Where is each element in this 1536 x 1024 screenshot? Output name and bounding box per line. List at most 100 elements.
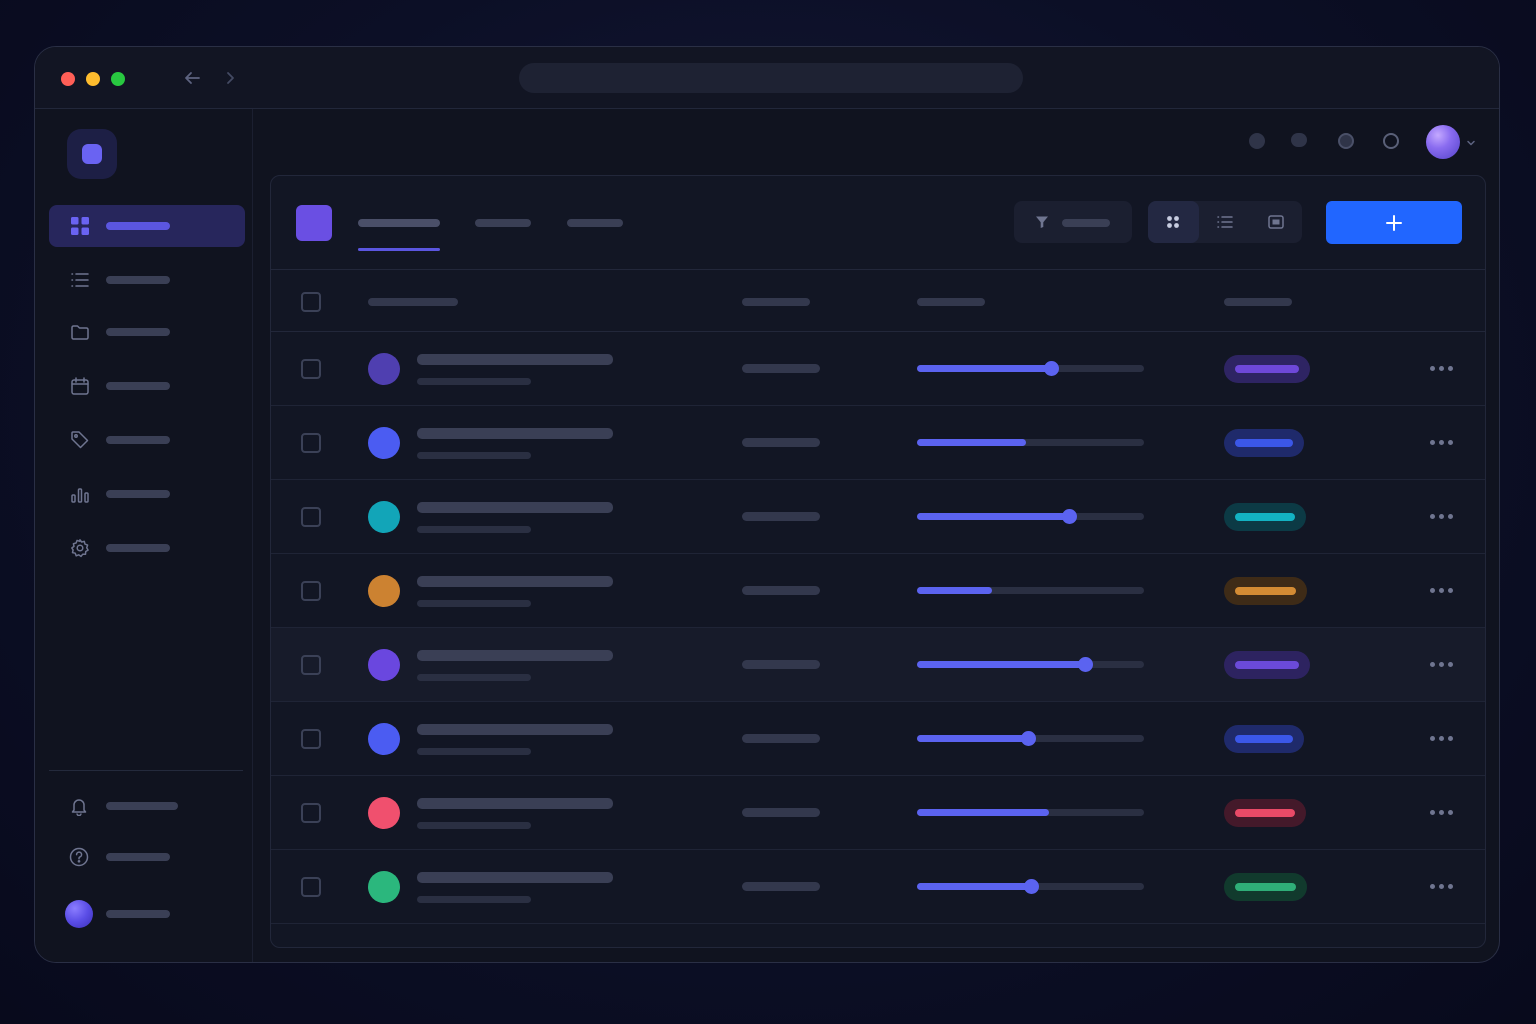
table-row[interactable] [271,332,1485,406]
progress-bar[interactable] [917,879,1144,894]
table-row[interactable] [271,850,1485,924]
progress-bar [917,809,1144,816]
row-checkbox[interactable] [301,433,321,453]
progress-bar[interactable] [917,361,1144,376]
more-options-icon[interactable] [1429,433,1455,453]
avatar [368,353,400,385]
circle-icon[interactable] [1383,133,1399,149]
sidebar-item-notifications[interactable] [49,785,245,827]
sidebar-item-help[interactable] [49,836,245,878]
row-checkbox[interactable] [301,803,321,823]
chevron-down-icon[interactable] [1465,136,1477,148]
chat-icon[interactable] [1291,133,1307,147]
sidebar-item-analytics[interactable] [49,473,245,515]
tab-overview[interactable] [358,219,440,227]
more-options-icon[interactable] [1429,803,1455,823]
maximize-window-button[interactable] [111,72,125,86]
view-switcher [1148,201,1302,243]
table-row[interactable] [271,776,1485,850]
tag-icon [70,430,90,450]
sidebar-item-label [106,382,170,390]
card-view-button[interactable] [1250,201,1301,243]
progress-slider-handle[interactable] [1078,657,1093,672]
row-checkbox[interactable] [301,507,321,527]
more-options-icon[interactable] [1429,359,1455,379]
progress-fill [917,735,1028,742]
row-cell [742,660,820,669]
progress-bar[interactable] [917,657,1144,672]
sidebar-item-label [106,276,170,284]
table-row[interactable] [271,702,1485,776]
more-options-icon[interactable] [1429,877,1455,897]
add-button[interactable] [1326,201,1462,244]
table-row[interactable] [271,554,1485,628]
row-checkbox[interactable] [301,655,321,675]
chevron-right-icon[interactable] [218,66,242,90]
sidebar-item-label [106,544,170,552]
row-checkbox[interactable] [301,359,321,379]
row-checkbox[interactable] [301,581,321,601]
sidebar-item-calendar[interactable] [49,365,245,407]
column-header-two[interactable] [742,298,810,306]
row-checkbox[interactable] [301,729,321,749]
sidebar-item-profile[interactable] [49,893,245,935]
address-bar[interactable] [519,63,1023,93]
row-cell [742,586,820,595]
grid-view-button[interactable] [1148,201,1199,243]
avatar [368,797,400,829]
table-row[interactable] [271,406,1485,480]
column-header-status[interactable] [1224,298,1292,306]
list-icon [70,270,90,290]
help-icon [69,847,89,867]
status-badge [1224,503,1306,531]
row-cell [742,882,820,891]
tab-third[interactable] [567,219,623,227]
more-options-icon[interactable] [1429,729,1455,749]
sidebar-item-label [106,436,170,444]
status-dot-icon[interactable] [1249,133,1265,149]
row-checkbox[interactable] [301,877,321,897]
app-logo-icon[interactable] [67,129,117,179]
progress-slider-handle[interactable] [1062,509,1077,524]
more-options-icon[interactable] [1429,581,1455,601]
more-options-icon[interactable] [1429,655,1455,675]
sidebar-item-folders[interactable] [49,311,245,353]
column-header-name[interactable] [368,298,458,306]
row-cell [742,512,820,521]
progress-fill [917,883,1031,890]
sidebar-item-label [106,328,170,336]
arrow-left-icon[interactable] [180,66,204,90]
sidebar-item-tags[interactable] [49,419,245,461]
minimize-window-button[interactable] [86,72,100,86]
filter-button[interactable] [1014,201,1132,243]
user-avatar[interactable] [1426,125,1460,159]
filter-label [1062,219,1110,227]
table-row[interactable] [271,628,1485,702]
avatar [368,575,400,607]
status-badge [1224,577,1307,605]
progress-bar[interactable] [917,509,1144,524]
sidebar-item-list[interactable] [49,259,245,301]
column-header-progress[interactable] [917,298,985,306]
progress-slider-handle[interactable] [1044,361,1059,376]
status-badge [1224,725,1304,753]
row-subtitle [417,378,531,385]
select-all-checkbox[interactable] [301,292,321,312]
progress-fill [917,809,1049,816]
progress-slider-handle[interactable] [1021,731,1036,746]
tab-second[interactable] [475,219,531,227]
progress-bar[interactable] [917,731,1144,746]
theme-toggle-icon[interactable] [1338,133,1354,149]
progress-slider-handle[interactable] [1024,879,1039,894]
more-options-icon[interactable] [1429,507,1455,527]
row-title [417,872,613,883]
sidebar-item-dashboard[interactable] [49,205,245,247]
main-panel [270,175,1486,948]
close-window-button[interactable] [61,72,75,86]
row-title [417,798,613,809]
progress-fill [917,587,992,594]
grid-view-icon [1166,215,1180,229]
table-row[interactable] [271,480,1485,554]
list-view-button[interactable] [1199,201,1250,243]
sidebar-item-settings[interactable] [49,527,245,569]
